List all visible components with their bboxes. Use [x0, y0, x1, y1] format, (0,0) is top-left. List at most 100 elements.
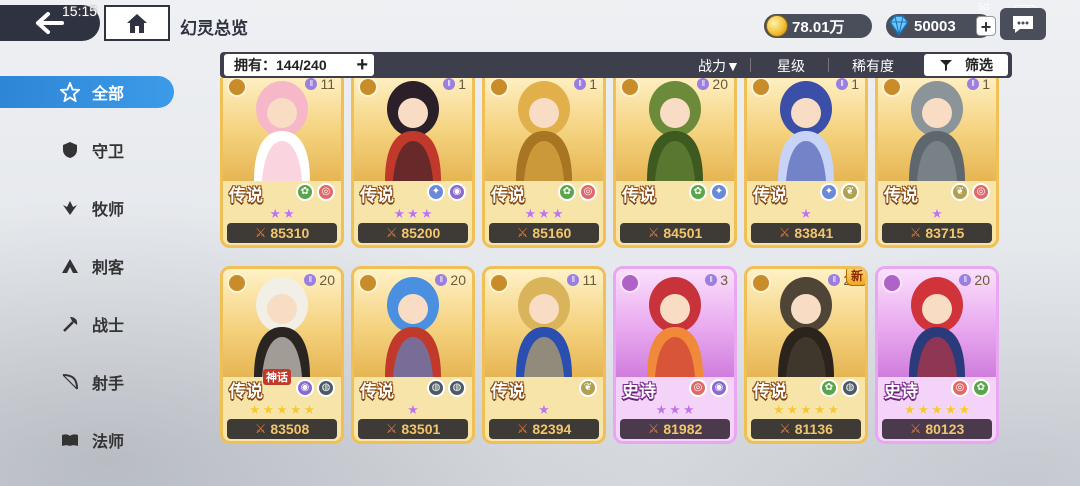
- sidebar-item-archer[interactable]: 射手: [0, 366, 174, 398]
- element-icons: ✦ ❦: [820, 183, 859, 201]
- level-icon: ‖: [828, 274, 841, 286]
- sort-power-button[interactable]: 战力▼: [698, 56, 740, 76]
- home-button[interactable]: [104, 5, 170, 41]
- star-rating: ★ ★ ★: [616, 402, 734, 418]
- hero-card[interactable]: ‖ 20 神话 传说 ◉ ◍ ★ ★ ★ ★ ★ ⚔ 83508: [220, 266, 344, 444]
- gold-display: 78.01万: [764, 14, 872, 38]
- rarity-label: 传说: [360, 186, 394, 205]
- sidebar-item-guard[interactable]: 守卫: [0, 134, 174, 166]
- hero-card-grid: ‖ 11 传说 ✿ ◎ ★ ★ ⚔ 85310 ‖ 1 传说 ✦ ◉ ★ ★ ★ ⚔ 85200 ‖ 1 传说 ✿ ◎ ★ ★…: [218, 78, 1018, 486]
- hero-figure-icon: [778, 81, 834, 181]
- hero-card[interactable]: ‖ 1 传说 ✿ ◎ ★ ★ ★ ⚔ 85160: [482, 78, 606, 248]
- sort-star-button[interactable]: 星级: [777, 56, 805, 76]
- hero-figure-icon: [254, 81, 310, 181]
- hero-level: ‖20: [435, 272, 466, 288]
- swirl-icon: ◎: [951, 379, 969, 397]
- star-icon: ★: [393, 206, 406, 221]
- power-value: 83715: [925, 225, 965, 241]
- hero-power: ⚔ 85200: [358, 223, 468, 243]
- rarity-label: 传说: [229, 186, 263, 205]
- star4-icon: ✦: [427, 183, 445, 201]
- hero-figure-icon: [516, 81, 572, 181]
- sidebar-item-label: 射手: [92, 376, 125, 393]
- element-icons: ◍ ◍: [427, 379, 466, 397]
- hero-card[interactable]: ‖ 1 传说 ✦ ◉ ★ ★ ★ ⚔ 85200: [351, 78, 475, 248]
- element-icons: ❦ ◎: [951, 183, 990, 201]
- hero-card[interactable]: ‖ 11 传说 ✿ ◎ ★ ★ ⚔ 85310: [220, 78, 344, 248]
- filter-bar: 拥有：144/240 + 战力▼ 星级 稀有度 筛选: [220, 52, 1012, 78]
- swords-icon: ⚔: [778, 225, 791, 240]
- hero-card[interactable]: ‖ 11 传说 ❦ ★ ⚔ 82394: [482, 266, 606, 444]
- expand-plus-icon[interactable]: +: [356, 54, 368, 76]
- element-icons: ✿ ◎: [558, 183, 597, 201]
- leaf-icon: ✿: [558, 183, 576, 201]
- sort-rarity-button[interactable]: 稀有度: [852, 56, 894, 76]
- power-value: 80123: [925, 421, 965, 437]
- level-value: 1: [982, 78, 990, 92]
- star-icon: ★: [524, 206, 537, 221]
- class-icon: [751, 273, 771, 293]
- sidebar-item-warrior[interactable]: 战士: [0, 308, 174, 340]
- leaf-icon: ✿: [689, 183, 707, 201]
- star-icon: ★: [269, 206, 281, 221]
- all-star-icon: [60, 82, 80, 102]
- level-value: 1: [851, 78, 859, 92]
- hero-card[interactable]: ‖ 1 传说 ✦ ❦ ★ ⚔ 83841: [744, 78, 868, 248]
- ring-icon: ◍: [427, 379, 445, 397]
- hero-figure-icon: [647, 81, 703, 181]
- owned-count: 拥有：144/240: [234, 57, 327, 73]
- star-icon: ★: [827, 402, 840, 417]
- star-icon: ★: [551, 206, 564, 221]
- hero-card[interactable]: ‖ 3 史诗 ◎ ◉ ★ ★ ★ ⚔ 81982: [613, 266, 737, 444]
- star-icon: ★: [958, 402, 971, 417]
- level-icon: ‖: [697, 78, 710, 90]
- sidebar-item-priest[interactable]: 牧师: [0, 192, 174, 224]
- power-value: 85310: [270, 225, 310, 241]
- level-icon: ‖: [836, 78, 849, 90]
- class-icon: [620, 78, 640, 97]
- hero-card[interactable]: ‖ 20 传说 ✿ ✦ ⚔ 84501: [613, 78, 737, 248]
- sidebar-item-assassin[interactable]: 刺客: [0, 250, 174, 282]
- hero-card[interactable]: ‖ 20 史诗 ◎ ✿ ★ ★ ★ ★ ★ ⚔ 80123: [875, 266, 999, 444]
- hero-card[interactable]: ‖ 20 传说 ◍ ◍ ★ ⚔ 83501: [351, 266, 475, 444]
- eye-icon: ◉: [448, 183, 466, 201]
- sidebar-item-label: 战士: [92, 318, 125, 335]
- star-icon: ★: [283, 206, 295, 221]
- level-icon: ‖: [959, 274, 972, 286]
- screen-filter-button[interactable]: 筛选: [924, 54, 1008, 76]
- star-icon: ★: [931, 206, 943, 221]
- screen-filter-label: 筛选: [965, 57, 993, 73]
- swords-icon: ⚔: [647, 421, 660, 436]
- class-icon: [358, 78, 378, 97]
- star-icon: ★: [276, 402, 288, 417]
- star-icon: ★: [303, 402, 316, 417]
- rarity-label: 传说: [884, 186, 918, 205]
- star-icon: ★: [903, 402, 916, 417]
- power-value: 81982: [663, 421, 703, 437]
- rarity-label: 传说: [491, 382, 525, 401]
- power-value: 83841: [794, 225, 834, 241]
- chat-button[interactable]: [1000, 8, 1046, 40]
- star-rating: ★: [354, 402, 472, 418]
- leaf-icon: ✿: [296, 183, 314, 201]
- gold-amount: 78.01万: [792, 18, 845, 36]
- star-rating: ★ ★: [223, 206, 341, 222]
- sidebar-item-label: 守卫: [92, 144, 125, 161]
- power-value: 84501: [663, 225, 703, 241]
- sidebar-item-all[interactable]: 全部: [0, 76, 174, 108]
- rarity-label: 史诗: [622, 382, 656, 401]
- hero-power: ⚔ 81136: [751, 419, 861, 439]
- hero-level: ‖ 11: [305, 78, 335, 92]
- level-icon: ‖: [304, 274, 317, 286]
- owned-count-box[interactable]: 拥有：144/240 +: [224, 54, 374, 76]
- gold-coin-icon: [766, 15, 788, 37]
- hero-card[interactable]: ‖ 1 传说 ❦ ◎ ★ ⚔ 83715: [875, 78, 999, 248]
- swords-icon: ⚔: [254, 225, 267, 240]
- home-icon: [127, 14, 147, 33]
- hero-power: ⚔ 85160: [489, 223, 599, 243]
- sidebar-item-mage[interactable]: 法师: [0, 424, 174, 456]
- add-gems-button[interactable]: +: [976, 16, 996, 37]
- hero-card[interactable]: ‖20新传说✿◍★★★★★⚔81136: [744, 266, 868, 444]
- filter-funnel-icon: [940, 60, 952, 71]
- swirl-icon: ◎: [317, 183, 335, 201]
